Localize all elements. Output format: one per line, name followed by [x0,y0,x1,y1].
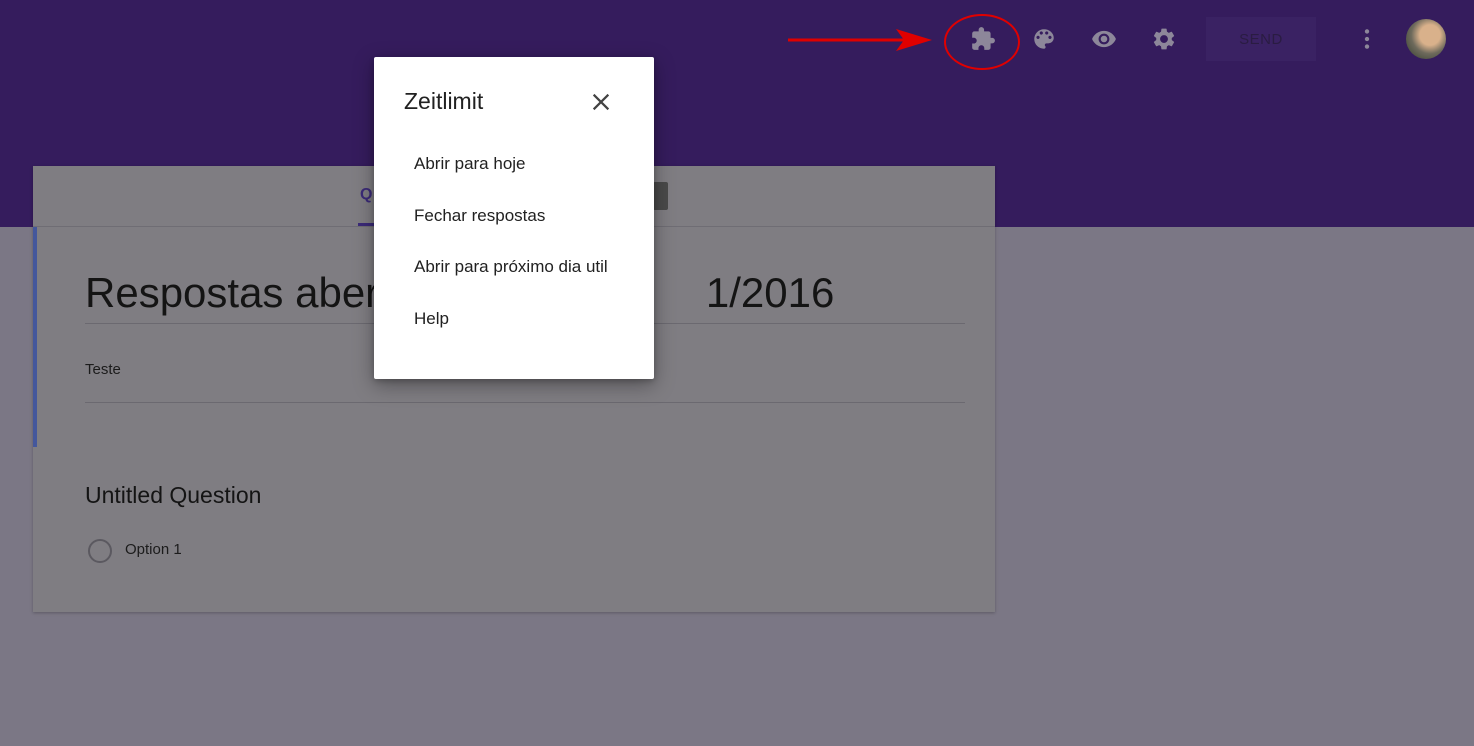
form-description[interactable]: Teste [85,361,121,378]
tab-responses-badge [653,182,668,210]
preview-eye-icon[interactable] [1084,19,1124,59]
dialog-title: Zeitlimit [404,88,484,114]
description-underline [85,402,965,403]
settings-gear-icon[interactable] [1144,19,1184,59]
menu-item-fechar-respostas[interactable]: Fechar respostas [414,206,545,226]
palette-icon[interactable] [1024,19,1064,59]
zeitlimit-dialog: Zeitlimit Abrir para hoje Fechar respost… [374,57,654,379]
more-vert-icon[interactable] [1347,19,1387,59]
accent-bar [33,227,37,447]
menu-item-abrir-para-hoje[interactable]: Abrir para hoje [414,154,526,174]
menu-item-help[interactable]: Help [414,309,449,329]
red-annotation-arrow [788,29,932,51]
tab-questions[interactable]: Q [360,186,372,204]
add-ons-puzzle-icon[interactable] [963,19,1003,59]
radio-button[interactable] [88,539,112,563]
menu-item-abrir-proximo-dia-util[interactable]: Abrir para próximo dia util [414,257,608,277]
option-label[interactable]: Option 1 [125,541,182,558]
avatar[interactable] [1406,19,1446,59]
close-icon [592,93,610,111]
send-button[interactable]: SEND [1206,17,1316,61]
question-title[interactable]: Untitled Question [85,482,261,509]
close-button[interactable] [586,87,616,117]
